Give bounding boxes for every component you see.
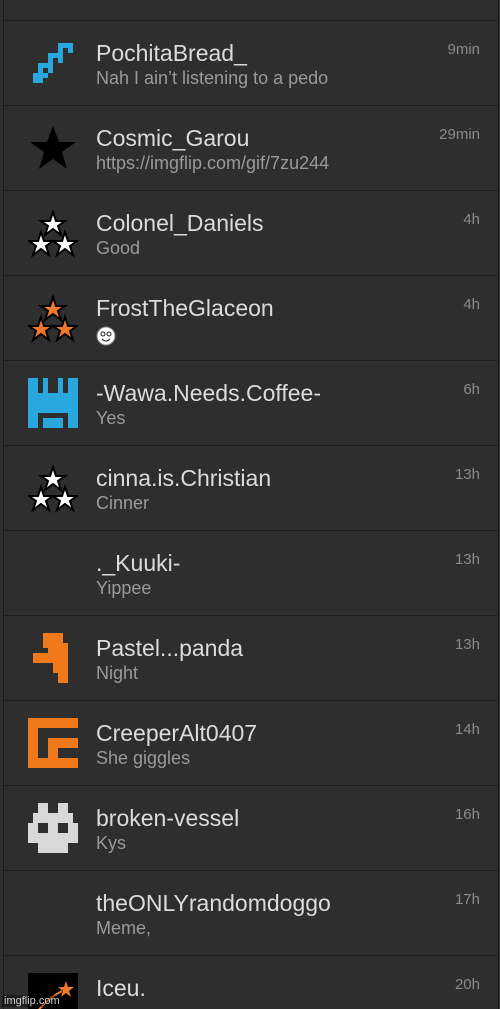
- timestamp: 29min: [439, 126, 480, 143]
- timestamp: 16h: [454, 806, 480, 823]
- timestamp: 6h: [463, 381, 480, 398]
- username[interactable]: Pastel...panda: [96, 635, 243, 662]
- list-item[interactable]: FrostTheGlaceon 4h: [4, 276, 498, 361]
- list-item[interactable]: Cosmic_Garou https://imgflip.com/gif/7zu…: [4, 106, 498, 191]
- username[interactable]: cinna.is.Christian: [96, 465, 271, 492]
- avatar[interactable]: [28, 378, 78, 428]
- timestamp: 4h: [463, 296, 480, 313]
- message-preview: Yes: [96, 408, 126, 428]
- message-preview: Cinner: [96, 493, 150, 513]
- username[interactable]: theONLYrandomdoggo: [96, 890, 331, 917]
- username[interactable]: Colonel_Daniels: [96, 210, 264, 237]
- username[interactable]: -Wawa.Needs.Coffee-: [96, 380, 321, 407]
- avatar[interactable]: [28, 718, 78, 768]
- avatar[interactable]: [28, 803, 78, 853]
- meme-face-emoji-icon: [96, 326, 116, 346]
- timestamp: 13h: [454, 466, 480, 483]
- orange-three-stars-icon: [28, 293, 78, 343]
- white-three-stars-icon: [28, 463, 78, 513]
- avatar[interactable]: [28, 38, 78, 88]
- message-preview: Nah I ain’t listening to a pedo: [96, 68, 329, 88]
- username[interactable]: PochitaBread_: [96, 40, 247, 67]
- avatar[interactable]: [28, 208, 78, 258]
- timestamp: 17h: [454, 891, 480, 908]
- list-item[interactable]: Iceu. 20h: [4, 956, 498, 1009]
- message-preview: Meme,: [96, 918, 152, 938]
- message-preview: Night: [96, 663, 139, 683]
- list-item[interactable]: ._Kuuki- Yippee 13h: [4, 531, 498, 616]
- avatar[interactable]: [28, 123, 78, 173]
- username[interactable]: Iceu.: [96, 975, 146, 1002]
- message-preview: Yippee: [96, 578, 152, 598]
- blue-pixel-diagonal-icon: [33, 43, 73, 83]
- timestamp: 20h: [454, 976, 480, 993]
- list-item-partial[interactable]: [4, 0, 498, 21]
- list-item[interactable]: -Wawa.Needs.Coffee- Yes 6h: [4, 361, 498, 446]
- username[interactable]: Cosmic_Garou: [96, 125, 249, 152]
- message-list: PochitaBread_ Nah I ain’t listening to a…: [3, 0, 499, 1009]
- list-item[interactable]: theONLYrandomdoggo Meme, 17h: [4, 871, 498, 956]
- timestamp: 9min: [447, 41, 480, 58]
- timestamp: 4h: [463, 211, 480, 228]
- list-item[interactable]: Pastel...panda Night 13h: [4, 616, 498, 701]
- username[interactable]: broken-vessel: [96, 805, 239, 832]
- message-preview: Kys: [96, 833, 127, 853]
- list-item[interactable]: PochitaBread_ Nah I ain’t listening to a…: [4, 21, 498, 106]
- username[interactable]: CreeperAlt0407: [96, 720, 257, 747]
- timestamp: 14h: [454, 721, 480, 738]
- timestamp: 13h: [454, 551, 480, 568]
- list-item[interactable]: cinna.is.Christian Cinner 13h: [4, 446, 498, 531]
- list-item[interactable]: broken-vessel Kys 16h: [4, 786, 498, 871]
- avatar[interactable]: [28, 633, 78, 683]
- blue-pixel-h-icon: [28, 378, 78, 428]
- message-preview: She giggles: [96, 748, 191, 768]
- avatar[interactable]: [28, 293, 78, 343]
- avatar[interactable]: [28, 548, 78, 598]
- gray-pixel-skull-icon: [28, 803, 78, 853]
- list-item[interactable]: CreeperAlt0407 She giggles 14h: [4, 701, 498, 786]
- white-three-stars-icon: [28, 208, 78, 258]
- orange-pixel-shape-icon: [33, 633, 68, 683]
- timestamp: 13h: [454, 636, 480, 653]
- avatar[interactable]: [28, 888, 78, 938]
- black-star-icon: [30, 126, 76, 169]
- watermark: imgflip.com: [2, 995, 62, 1007]
- list-item[interactable]: Colonel_Daniels Good 4h: [4, 191, 498, 276]
- username[interactable]: FrostTheGlaceon: [96, 295, 274, 322]
- message-preview[interactable]: https://imgflip.com/gif/7zu244: [96, 153, 329, 174]
- orange-pixel-cc-icon: [28, 718, 78, 768]
- message-preview: Good: [96, 238, 141, 258]
- avatar[interactable]: [28, 463, 78, 513]
- username[interactable]: ._Kuuki-: [96, 550, 180, 577]
